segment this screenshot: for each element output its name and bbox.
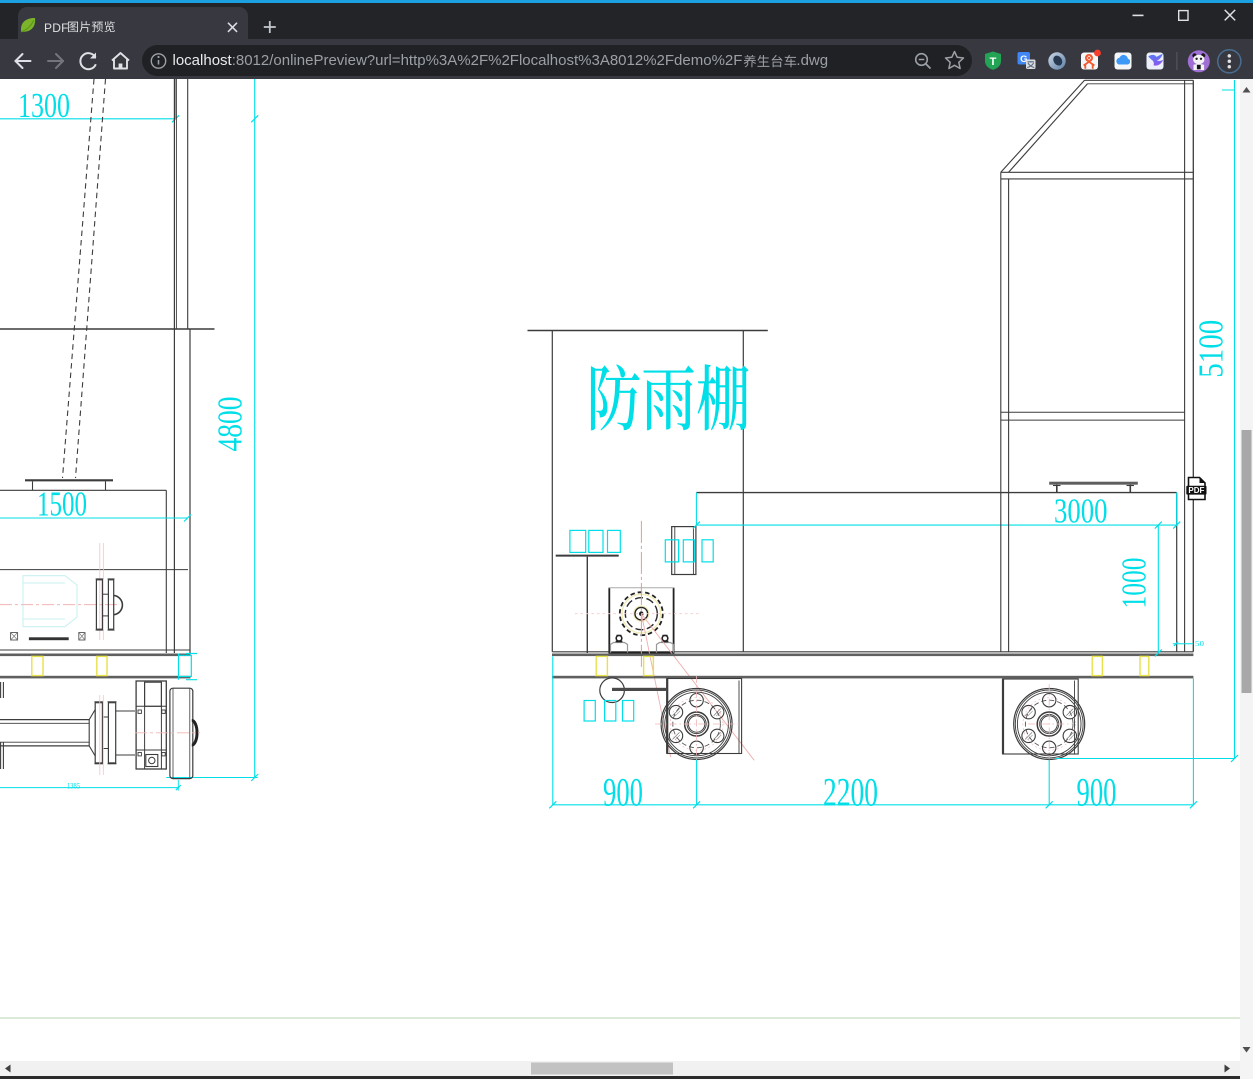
- svg-text:5100: 5100: [1192, 320, 1231, 378]
- svg-text:4800: 4800: [211, 397, 250, 452]
- svg-text:1000: 1000: [1115, 558, 1154, 609]
- svg-text:1385: 1385: [67, 782, 80, 791]
- svg-text:PDF: PDF: [1188, 486, 1204, 495]
- svg-text:3000: 3000: [1054, 492, 1108, 531]
- svg-text:2200: 2200: [823, 770, 878, 815]
- svg-text:900: 900: [1077, 770, 1117, 815]
- svg-text:1300: 1300: [18, 86, 70, 125]
- svg-text:900: 900: [603, 770, 643, 815]
- svg-text:50: 50: [1195, 640, 1205, 648]
